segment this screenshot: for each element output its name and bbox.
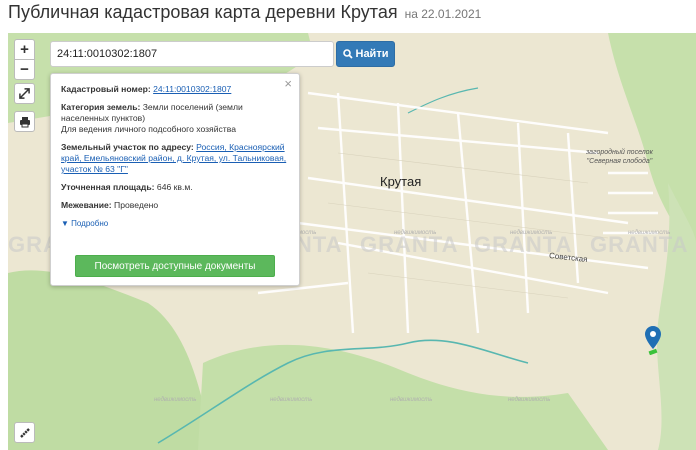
page-title-date: на 22.01.2021	[404, 7, 482, 21]
address-row: Земельный участок по адресу: Россия, Кра…	[61, 142, 289, 175]
area-value: 646 кв.м.	[156, 182, 193, 192]
area-row: Уточненная площадь: 646 кв.м.	[61, 182, 289, 193]
page-title: Публичная кадастровая карта деревни Крут…	[8, 2, 481, 23]
zoom-in-button[interactable]: +	[14, 39, 35, 60]
watermark-sub: недвижимость	[394, 230, 437, 236]
survey-row: Межевание: Проведено	[61, 200, 289, 211]
land-usage-value: Для ведения личного подсобного хозяйства	[61, 124, 236, 134]
poselok-label-line1: загородный поселок	[586, 149, 653, 156]
parcel-info-popup: × Кадастровый номер: 24:11:0010302:1807 …	[50, 73, 300, 286]
ruler-icon	[19, 427, 30, 438]
watermark-sub: недвижимость	[510, 230, 553, 236]
search-button[interactable]: Найти	[336, 41, 395, 67]
fullscreen-button[interactable]	[14, 83, 35, 104]
map-pin-icon[interactable]	[644, 325, 662, 355]
cadastral-search-input[interactable]	[50, 41, 334, 67]
cadastral-number-row: Кадастровый номер: 24:11:0010302:1807	[61, 84, 289, 95]
cadastral-number-link[interactable]: 24:11:0010302:1807	[153, 84, 231, 94]
watermark-sub: недвижимость	[270, 397, 313, 403]
watermark-sub: недвижимость	[390, 397, 433, 403]
page-title-text: Публичная кадастровая карта деревни Крут…	[8, 2, 398, 22]
more-details-link[interactable]: ▼ Подробно	[61, 218, 289, 229]
survey-label: Межевание:	[61, 200, 112, 210]
search-icon	[342, 49, 353, 59]
poselok-label: загородный поселок "Северная слобода"	[586, 148, 653, 166]
watermark-sub: недвижимость	[154, 397, 197, 403]
settlement-label: Крутая	[380, 174, 422, 189]
watermark-sub: недвижимость	[508, 397, 551, 403]
close-icon[interactable]: ×	[284, 77, 292, 90]
expand-icon	[19, 88, 30, 99]
ruler-button[interactable]	[14, 422, 35, 443]
area-label: Уточненная площадь:	[61, 182, 155, 192]
search-button-label: Найти	[355, 48, 389, 60]
map-canvas[interactable]: Крутая Советская загородный поселок "Сев…	[8, 33, 696, 450]
view-documents-button[interactable]: Посмотреть доступные документы	[75, 255, 275, 277]
more-details-label: Подробно	[71, 219, 109, 228]
printer-icon	[19, 116, 30, 127]
cadastral-number-label: Кадастровый номер:	[61, 84, 151, 94]
land-category-row: Категория земель: Земли поселений (земли…	[61, 102, 289, 135]
land-category-label: Категория земель:	[61, 102, 141, 112]
survey-value: Проведено	[114, 200, 159, 210]
watermark-sub: недвижимость	[628, 230, 671, 236]
address-label: Земельный участок по адресу:	[61, 142, 194, 152]
print-button[interactable]	[14, 111, 35, 132]
poselok-label-line2: "Северная слобода"	[586, 158, 653, 165]
zoom-out-button[interactable]: −	[14, 59, 35, 80]
triangle-down-icon: ▼	[61, 219, 69, 228]
